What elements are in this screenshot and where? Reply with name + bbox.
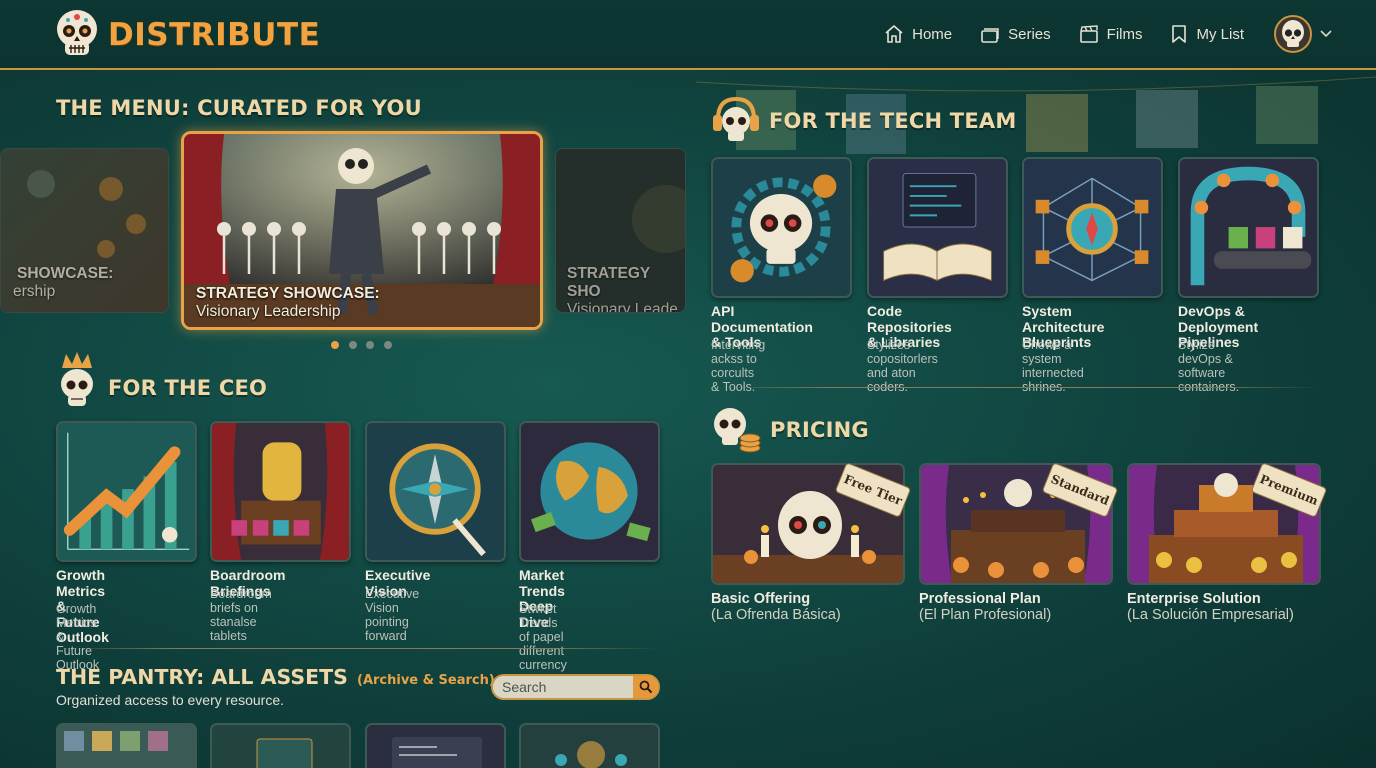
gear-skull-thumbnail xyxy=(711,157,852,298)
papel-picado-thumbnail xyxy=(64,731,168,751)
crowned-skull-icon xyxy=(61,352,93,406)
carousel-slide-active[interactable]: STRATEGY SHOWCASE: Visionary Leadership xyxy=(181,131,543,330)
carousel-dot-4[interactable] xyxy=(383,341,392,349)
skull-avatar-icon xyxy=(1282,20,1304,47)
conveyor-arch-thumbnail xyxy=(1178,157,1319,298)
card-description: Growth Metrics & Future Outlook xyxy=(56,602,100,672)
house-icon xyxy=(885,25,903,43)
ceo-pantry-divider xyxy=(56,648,660,649)
card-description: Executive Vision pointing forward xyxy=(365,587,420,643)
code-window-thumbnail xyxy=(392,737,482,768)
plan-professional-subtitle: (El Plan Profesional) xyxy=(919,607,1052,623)
ceo-section-title: FOR THE CEO xyxy=(108,376,268,400)
pantry-title-text: THE PANTRY: ALL ASSETS xyxy=(56,665,348,689)
plan-enterprise-name: Enterprise Solution xyxy=(1127,591,1261,607)
pantry-asset-thumb-4[interactable] xyxy=(519,723,660,768)
search-bar xyxy=(491,674,660,700)
compass-thumbnail xyxy=(365,421,506,562)
card-description: Stylize devOps & software containers. xyxy=(1178,338,1240,394)
pantry-subtitle: (Archive & Search) xyxy=(357,673,495,688)
pantry-section-title: THE PANTRY: ALL ASSETS (Archive & Search… xyxy=(56,665,495,689)
pantry-asset-thumb-3[interactable] xyxy=(365,723,506,768)
slide-active-caption-line1: STRATEGY SHOWCASE: xyxy=(196,285,380,302)
boardroom-thumbnail xyxy=(210,421,351,562)
slide-next-caption-line2: Visionary Leade xyxy=(567,301,678,313)
carousel-dot-3[interactable] xyxy=(366,341,374,349)
brand-name: DISTRIBUTE xyxy=(108,17,321,53)
pantry-description: Organized access to every resource. xyxy=(56,692,284,708)
brand-logo[interactable]: DISTRIBUTE xyxy=(55,9,320,61)
magnifier-icon xyxy=(639,680,652,694)
nav-my-list[interactable]: My List xyxy=(1170,24,1244,44)
pantry-asset-thumb-2[interactable] xyxy=(210,723,351,768)
card-description: Chowe a system internected shrines. xyxy=(1022,338,1084,394)
card-description: Stylizes copositorlers and aton coders. xyxy=(867,338,938,394)
slide-prev-caption-line2: ership xyxy=(13,283,56,300)
plan-professional-name: Professional Plan xyxy=(919,591,1041,607)
carousel-dot-2[interactable] xyxy=(348,341,357,349)
globe-thumbnail xyxy=(519,421,660,562)
sugar-skull-icon xyxy=(57,10,97,55)
top-header: DISTRIBUTE Home Series Films My List xyxy=(0,0,1376,70)
pricing-section-title: PRICING xyxy=(770,418,869,442)
search-button[interactable] xyxy=(633,676,658,698)
plan-basic-subtitle: (La Ofrenda Básica) xyxy=(711,607,841,623)
tech-section-title: FOR THE TECH TEAM xyxy=(769,109,1017,133)
search-input[interactable] xyxy=(493,676,633,698)
skull-coins-icon xyxy=(714,408,761,453)
slide-next-caption-line1: STRATEGY SHO xyxy=(567,265,650,300)
carousel-slide-next[interactable]: STRATEGY SHO Visionary Leade xyxy=(555,148,686,313)
slide-prev-caption-line1: SHOWCASE: xyxy=(17,265,114,282)
growth-chart-thumbnail xyxy=(56,421,197,562)
card-description: Interviting ackss to corcults & Tools. xyxy=(711,338,766,394)
carousel-dot-1[interactable] xyxy=(331,341,339,349)
clapperboard-icon xyxy=(1079,25,1098,43)
carousel-dots xyxy=(331,341,401,349)
open-book-thumbnail xyxy=(867,157,1008,298)
tech-pricing-divider xyxy=(711,387,1320,388)
menu-section-title: THE MENU: CURATED FOR YOU xyxy=(56,96,422,120)
nav-films-label: Films xyxy=(1106,25,1143,43)
network-compass-thumbnail xyxy=(1022,157,1163,298)
nav-home-label: Home xyxy=(912,25,953,43)
nav-series[interactable]: Series xyxy=(980,24,1051,44)
nav-films[interactable]: Films xyxy=(1079,24,1143,44)
carousel-slide-prev[interactable]: SHOWCASE: ership xyxy=(0,148,169,313)
plan-enterprise-subtitle: (La Solución Empresarial) xyxy=(1127,607,1294,623)
network-thumbnail xyxy=(555,741,627,768)
user-avatar[interactable] xyxy=(1274,15,1312,53)
slide-active-caption-line2: Visionary Leadership xyxy=(196,303,341,320)
bookmark-icon xyxy=(1172,25,1187,43)
nav-my-list-label: My List xyxy=(1196,25,1244,43)
nav-home[interactable]: Home xyxy=(884,24,952,44)
plan-basic-name: Basic Offering xyxy=(711,591,811,607)
main-nav: Home Series Films My List xyxy=(856,0,1376,68)
headphone-skull-icon xyxy=(713,96,759,141)
pantry-asset-thumb-1[interactable] xyxy=(56,723,197,768)
stack-icon xyxy=(981,28,999,43)
monitor-thumbnail xyxy=(256,738,313,768)
card-description: Stwket Trends of papel different currenc… xyxy=(519,602,567,672)
nav-series-label: Series xyxy=(1008,25,1051,43)
chevron-down-icon[interactable] xyxy=(1320,30,1332,38)
card-description: Boardroom briefs on stanalse tablets xyxy=(210,587,272,643)
